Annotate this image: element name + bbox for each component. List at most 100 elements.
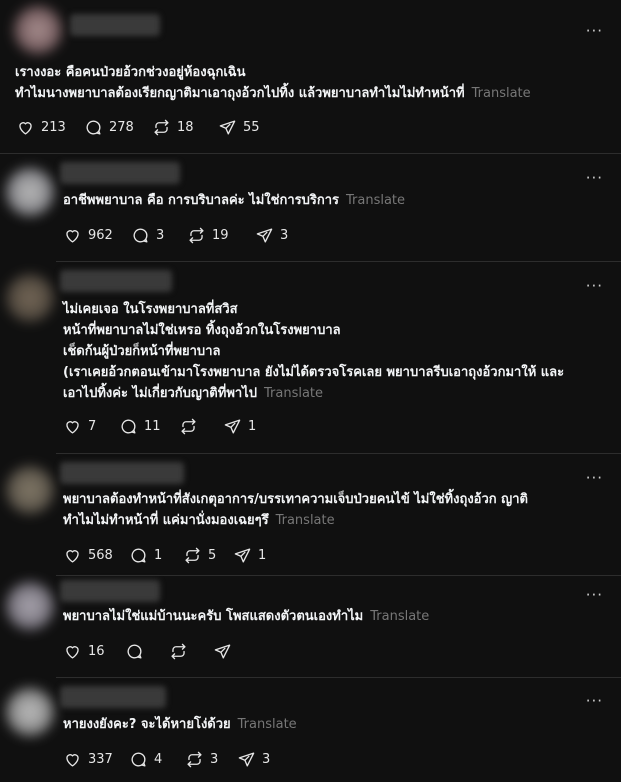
avatar[interactable] — [14, 6, 62, 54]
share-count: 1 — [258, 548, 267, 563]
like-button[interactable]: 16 — [63, 642, 125, 661]
post-text: อาชีพพยาบาล คือ การบริบาลค่ะ ไม่ใช่การบร… — [63, 193, 406, 208]
reply-button[interactable]: 11 — [119, 417, 179, 436]
repost-button[interactable]: 3 — [185, 750, 237, 769]
username[interactable] — [60, 580, 160, 602]
send-icon — [234, 548, 251, 563]
reply-button[interactable]: 4 — [129, 750, 185, 769]
action-bar: 213 278 18 55 — [16, 118, 278, 137]
post: ··· เรางงอะ คือคนป่วยอ้วกช่วงอยู่ห้องฉุก… — [0, 0, 621, 153]
like-count: 962 — [88, 228, 113, 243]
repost-button[interactable]: 19 — [187, 226, 255, 245]
send-icon — [224, 419, 241, 434]
translate-link[interactable]: Translate — [238, 717, 297, 732]
reply-post: ··· พยาบาลไม่ใช่แม่บ้านนะครับ โพสแสดงตัว… — [0, 576, 621, 677]
translate-link[interactable]: Translate — [346, 193, 405, 208]
like-count: 16 — [88, 644, 105, 659]
repost-count: 3 — [210, 752, 219, 767]
reply-post: ··· พยาบาลต้องทำหน้าที่สังเกตุอาการ/บรรเ… — [0, 454, 621, 575]
repost-button[interactable] — [179, 417, 223, 436]
share-button[interactable]: 3 — [255, 226, 305, 245]
repost-button[interactable] — [169, 642, 213, 661]
username[interactable] — [60, 686, 166, 708]
send-icon — [214, 644, 231, 659]
reply-post: ··· ไม่เคยเจอ ในโรงพยาบาลที่สวิส หน้าที่… — [0, 262, 621, 453]
post-text: พยาบาลต้องทำหน้าที่สังเกตุอาการ/บรรเทาคว… — [63, 492, 528, 528]
reply-button[interactable]: 278 — [84, 118, 152, 137]
action-bar: 7 11 1 — [63, 417, 273, 436]
reply-button[interactable]: 1 — [129, 546, 183, 565]
repost-button[interactable]: 18 — [152, 118, 218, 137]
share-button[interactable]: 1 — [223, 417, 273, 436]
like-button[interactable]: 962 — [63, 226, 131, 245]
post-text: พยาบาลไม่ใช่แม่บ้านนะครับ โพสแสดงตัวตนเอ… — [63, 609, 430, 624]
reply-button[interactable]: 3 — [131, 226, 187, 245]
comment-icon — [86, 120, 101, 135]
heart-icon — [66, 550, 79, 563]
comment-icon — [131, 548, 146, 563]
username[interactable] — [70, 14, 160, 36]
share-count: 55 — [243, 120, 260, 135]
repost-button[interactable]: 5 — [183, 546, 233, 565]
heart-icon — [19, 122, 32, 135]
like-count: 7 — [88, 419, 97, 434]
more-options-icon[interactable]: ··· — [586, 169, 603, 187]
like-button[interactable]: 7 — [63, 417, 119, 436]
reply-post: ··· อาชีพพยาบาล คือ การบริบาลค่ะ ไม่ใช่ก… — [0, 154, 621, 261]
more-options-icon[interactable]: ··· — [586, 277, 603, 295]
reply-count: 3 — [156, 228, 165, 243]
share-button[interactable]: 55 — [218, 118, 278, 137]
repost-count: 19 — [212, 228, 229, 243]
comment-icon — [121, 419, 136, 434]
more-options-icon[interactable]: ··· — [586, 22, 603, 40]
post-text: ไม่เคยเจอ ในโรงพยาบาลที่สวิส หน้าที่พยาบ… — [63, 302, 565, 401]
like-button[interactable]: 213 — [16, 118, 84, 137]
share-count: 1 — [248, 419, 257, 434]
reply-button[interactable] — [125, 642, 169, 661]
avatar[interactable] — [6, 274, 54, 322]
repost-icon — [189, 227, 204, 244]
translate-link[interactable]: Translate — [276, 513, 335, 528]
username[interactable] — [60, 462, 184, 484]
repost-icon — [154, 119, 169, 136]
share-button[interactable]: 1 — [233, 546, 283, 565]
share-count: 3 — [262, 752, 271, 767]
action-bar: 16 — [63, 642, 253, 661]
avatar[interactable] — [6, 582, 54, 630]
heart-icon — [66, 230, 79, 243]
repost-icon — [185, 547, 200, 564]
translate-link[interactable]: Translate — [472, 86, 531, 101]
share-button[interactable] — [213, 642, 253, 661]
like-button[interactable]: 337 — [63, 750, 129, 769]
reply-count: 278 — [109, 120, 134, 135]
like-count: 213 — [41, 120, 66, 135]
repost-count: 18 — [177, 120, 194, 135]
share-button[interactable]: 3 — [237, 750, 287, 769]
translate-link[interactable]: Translate — [370, 609, 429, 624]
username[interactable] — [60, 270, 172, 292]
more-options-icon[interactable]: ··· — [586, 469, 603, 487]
send-icon — [219, 120, 236, 135]
like-button[interactable]: 568 — [63, 546, 129, 565]
translate-link[interactable]: Translate — [264, 386, 323, 401]
send-icon — [256, 228, 273, 243]
more-options-icon[interactable]: ··· — [586, 692, 603, 710]
avatar[interactable] — [6, 466, 54, 514]
post-text: เรางงอะ คือคนป่วยอ้วกช่วงอยู่ห้องฉุกเฉิน… — [15, 65, 531, 101]
reply-count: 1 — [154, 548, 163, 563]
heart-icon — [66, 646, 79, 659]
reply-post: ··· หายงงยังคะ? จะได้หายโง่ด้วย Translate… — [0, 678, 621, 782]
reply-count: 4 — [154, 752, 163, 767]
action-bar: 337 4 3 3 — [63, 750, 287, 769]
avatar[interactable] — [6, 688, 54, 736]
comment-icon — [127, 644, 142, 659]
comment-icon — [133, 228, 148, 243]
action-bar: 962 3 19 3 — [63, 226, 305, 245]
action-bar: 568 1 5 1 — [63, 546, 283, 565]
avatar[interactable] — [6, 168, 54, 216]
username[interactable] — [60, 162, 180, 184]
reply-count: 11 — [144, 419, 161, 434]
more-options-icon[interactable]: ··· — [586, 586, 603, 604]
repost-icon — [181, 418, 196, 435]
repost-icon — [171, 643, 186, 660]
